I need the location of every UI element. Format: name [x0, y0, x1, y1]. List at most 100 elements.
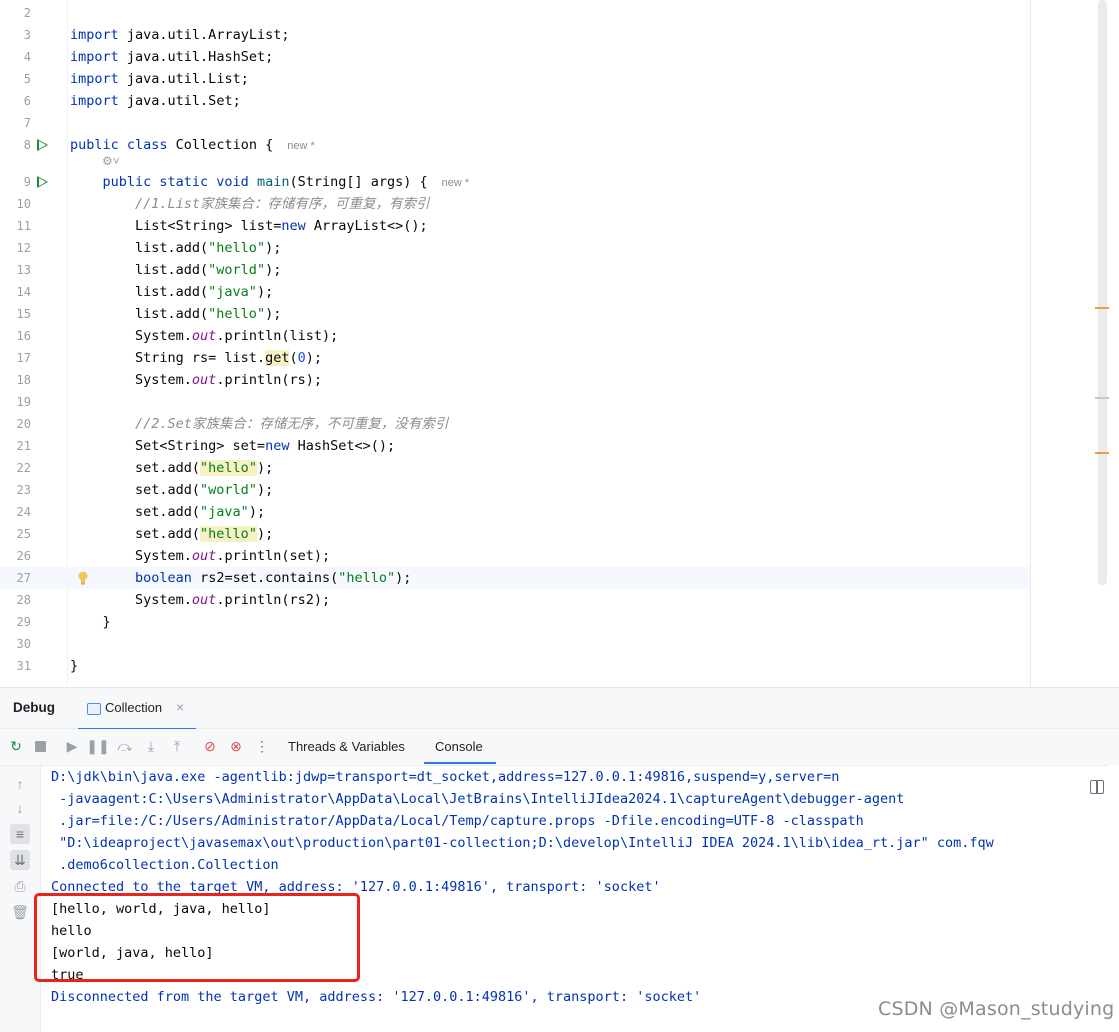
code-text[interactable]: System.out.println(rs);: [70, 369, 322, 391]
code-text[interactable]: Set<String> set=new HashSet<>();: [70, 435, 395, 457]
code-editor[interactable]: 2 3 import java.util.ArrayList; 4 import jav…: [0, 0, 1119, 687]
code-line[interactable]: 12 list.add("hello");: [0, 237, 1030, 259]
code-text[interactable]: list.add("hello");: [70, 303, 281, 325]
code-text[interactable]: boolean rs2=set.contains("hello");: [70, 567, 411, 589]
run-icon[interactable]: [37, 176, 48, 188]
code-text[interactable]: set.add("world");: [70, 479, 273, 501]
arrow-down-icon[interactable]: ↓: [10, 798, 30, 818]
code-text[interactable]: list.add("world");: [70, 259, 281, 281]
tab-threads-variables[interactable]: Threads & Variables: [288, 739, 405, 754]
code-line[interactable]: 28 System.out.println(rs2);: [0, 589, 1030, 611]
line-number[interactable]: 13: [0, 259, 31, 281]
line-number[interactable]: 24: [0, 501, 31, 523]
line-number[interactable]: 5: [0, 68, 31, 90]
step-into-icon[interactable]: ⤓: [143, 738, 159, 754]
step-over-icon[interactable]: ⤼: [117, 738, 133, 754]
line-number[interactable]: 27: [0, 567, 31, 589]
line-number[interactable]: 10: [0, 193, 31, 215]
code-line[interactable]: 26 System.out.println(set);: [0, 545, 1030, 567]
code-line[interactable]: 18 System.out.println(rs);: [0, 369, 1030, 391]
line-number[interactable]: 18: [0, 369, 31, 391]
code-line[interactable]: 13 list.add("world");: [0, 259, 1030, 281]
line-number[interactable]: 31: [0, 655, 31, 677]
more-icon[interactable]: ⋮: [254, 738, 270, 754]
code-line[interactable]: 15 list.add("hello");: [0, 303, 1030, 325]
lightbulb-icon[interactable]: [78, 571, 88, 585]
code-text[interactable]: set.add("hello");: [70, 523, 273, 545]
line-number[interactable]: 12: [0, 237, 31, 259]
line-number[interactable]: 30: [0, 633, 31, 655]
code-line[interactable]: 21 Set<String> set=new HashSet<>();: [0, 435, 1030, 457]
code-line[interactable]: 6 import java.util.Set;: [0, 90, 1030, 112]
code-text[interactable]: list.add("java");: [70, 281, 273, 303]
code-text[interactable]: import java.util.HashSet;: [70, 46, 273, 68]
code-line[interactable]: 14 list.add("java");: [0, 281, 1030, 303]
code-line[interactable]: 25 set.add("hello");: [0, 523, 1030, 545]
code-line[interactable]: 23 set.add("world");: [0, 479, 1030, 501]
scroll-to-end-icon[interactable]: ⇊: [10, 850, 30, 870]
pause-icon[interactable]: ❚❚: [86, 738, 109, 754]
code-text[interactable]: import java.util.Set;: [70, 90, 241, 112]
code-line[interactable]: 9 public static void main(String[] args)…: [0, 171, 1030, 193]
view-breakpoints-icon[interactable]: ⊘: [202, 738, 218, 754]
line-number[interactable]: 21: [0, 435, 31, 457]
resume-icon[interactable]: ▶︎: [64, 738, 80, 754]
console-scrollbar[interactable]: [1108, 765, 1119, 1031]
line-number[interactable]: 20: [0, 413, 31, 435]
code-line[interactable]: 11 List<String> list=new ArrayList<>();: [0, 215, 1030, 237]
code-line[interactable]: 16 System.out.println(list);: [0, 325, 1030, 347]
code-text[interactable]: import java.util.List;: [70, 68, 249, 90]
line-number[interactable]: 22: [0, 457, 31, 479]
code-text[interactable]: //1.List家族集合：存储有序，可重复，有索引: [70, 193, 430, 215]
code-line[interactable]: 10 //1.List家族集合：存储有序，可重复，有索引: [0, 193, 1030, 215]
code-text[interactable]: System.out.println(list);: [70, 325, 338, 347]
stop-icon[interactable]: [32, 738, 48, 754]
code-text[interactable]: public static void main(String[] args) {…: [70, 171, 470, 194]
code-line[interactable]: 31}: [0, 655, 1030, 677]
arrow-up-icon[interactable]: ↑: [10, 774, 30, 794]
soft-wrap-icon[interactable]: ≡: [10, 824, 30, 844]
code-text[interactable]: System.out.println(set);: [70, 545, 330, 567]
code-text[interactable]: import java.util.ArrayList;: [70, 24, 289, 46]
code-line[interactable]: 5 import java.util.List;: [0, 68, 1030, 90]
code-text[interactable]: }: [70, 655, 78, 677]
line-number[interactable]: 19: [0, 391, 31, 413]
code-line[interactable]: 30: [0, 633, 1030, 655]
code-line[interactable]: 29 }: [0, 611, 1030, 633]
run-icon[interactable]: [37, 139, 48, 151]
line-number[interactable]: 14: [0, 281, 31, 303]
editor-scrollbar-thumb[interactable]: [1098, 0, 1107, 585]
warning-marker[interactable]: [1095, 452, 1109, 454]
line-number[interactable]: 29: [0, 611, 31, 633]
code-line[interactable]: 24 set.add("java");: [0, 501, 1030, 523]
line-number[interactable]: 8: [0, 134, 31, 156]
code-line[interactable]: 2: [0, 2, 1030, 24]
code-line[interactable]: 3 import java.util.ArrayList;: [0, 24, 1030, 46]
line-number[interactable]: 16: [0, 325, 31, 347]
line-number[interactable]: 4: [0, 46, 31, 68]
tab-console[interactable]: Console: [435, 739, 483, 754]
code-text[interactable]: }: [70, 611, 111, 633]
code-text[interactable]: list.add("hello");: [70, 237, 281, 259]
close-icon[interactable]: ×: [176, 699, 184, 715]
code-line[interactable]: 17 String rs= list.get(0);: [0, 347, 1030, 369]
code-line[interactable]: 27 boolean rs2=set.contains("hello");: [0, 567, 1030, 589]
info-marker[interactable]: [1095, 397, 1109, 399]
line-number[interactable]: 11: [0, 215, 31, 237]
line-number[interactable]: 7: [0, 112, 31, 134]
code-line[interactable]: 8 public class Collection {new *: [0, 134, 1030, 156]
line-number[interactable]: 15: [0, 303, 31, 325]
line-number[interactable]: 17: [0, 347, 31, 369]
line-number[interactable]: 3: [0, 24, 31, 46]
line-number[interactable]: 2: [0, 2, 31, 24]
line-number[interactable]: 26: [0, 545, 31, 567]
ai-assistant-icon[interactable]: ⚙︎˅: [102, 154, 120, 168]
mute-breakpoints-icon[interactable]: ⊗: [228, 738, 244, 754]
rerun-icon[interactable]: ↻: [8, 738, 24, 754]
code-text[interactable]: //2.Set家族集合：存储无序，不可重复，没有索引: [70, 413, 448, 435]
session-tab-collection[interactable]: Collection ×: [78, 688, 196, 730]
code-text[interactable]: System.out.println(rs2);: [70, 589, 330, 611]
code-line[interactable]: 7: [0, 112, 1030, 134]
line-number[interactable]: 23: [0, 479, 31, 501]
code-line[interactable]: 19: [0, 391, 1030, 413]
